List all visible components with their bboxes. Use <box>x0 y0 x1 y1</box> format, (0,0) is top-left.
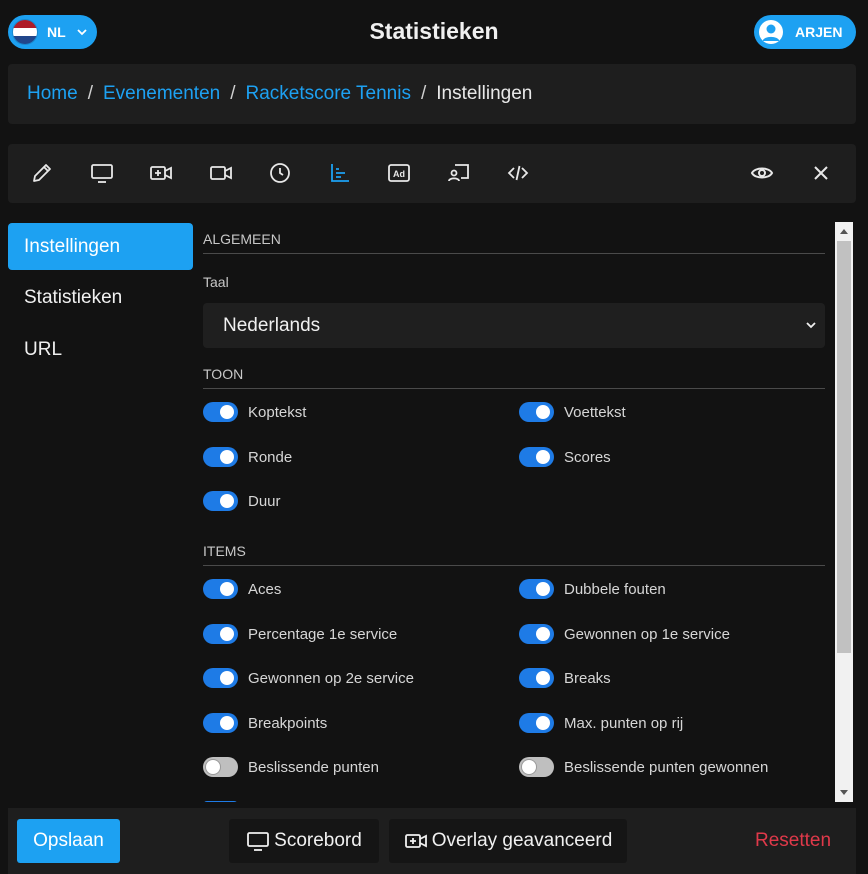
toggle-switch[interactable] <box>519 757 554 777</box>
toggle-label: Scores <box>564 448 611 466</box>
monitor-icon[interactable] <box>87 158 117 188</box>
section-heading-general: ALGEMEEN <box>203 231 825 254</box>
toggle-koptekst[interactable]: Koptekst <box>203 402 306 422</box>
scoreboard-button[interactable]: Scorebord <box>229 819 379 863</box>
chevron-down-icon <box>806 322 816 329</box>
toggle-label: Duur <box>248 492 281 510</box>
toggle-switch[interactable] <box>519 668 554 688</box>
language-select[interactable]: Nederlands <box>203 303 825 348</box>
toggle-switch[interactable] <box>203 757 238 777</box>
breadcrumb: Home / Evenementen / Racketscore Tennis … <box>8 64 856 124</box>
toggle-label: Koptekst <box>248 403 307 421</box>
toggle-label: Breaks <box>564 669 611 687</box>
breadcrumb-separator: / <box>420 83 427 104</box>
toggle-label: Max. punten op rij <box>564 714 684 732</box>
toggle-label: Ronde <box>248 448 293 466</box>
toggle-voettekst[interactable]: Voettekst <box>519 402 626 422</box>
breadcrumb-home[interactable]: Home <box>27 83 78 105</box>
language-select-value: Nederlands <box>223 314 321 336</box>
breadcrumb-separator: / <box>230 83 236 104</box>
toggle-label: Percentage 1e service <box>248 625 398 643</box>
user-avatar-icon <box>759 20 783 44</box>
bottom-action-bar: Opslaan Scorebord Overlay geavanceerd Re… <box>8 808 856 874</box>
scrollbar[interactable] <box>835 222 853 802</box>
toggle-switch[interactable] <box>203 402 238 422</box>
clock-icon[interactable] <box>265 158 295 188</box>
toggle-switch[interactable] <box>203 801 238 802</box>
save-button[interactable]: Opslaan <box>17 819 120 863</box>
toggle-max-punten-op-rij[interactable]: Max. punten op rij <box>519 713 683 733</box>
user-name: ARJEN <box>795 24 843 40</box>
video-plus-icon[interactable] <box>146 158 176 188</box>
scroll-up-arrow-icon[interactable] <box>835 222 853 240</box>
video-plus-icon <box>404 834 427 848</box>
sidebar-item-url[interactable]: URL <box>8 326 193 373</box>
toggle-gewonnen-1e-service[interactable]: Gewonnen op 1e service <box>519 624 730 644</box>
scoreboard-button-label: Scorebord <box>274 830 362 851</box>
svg-text:Ad: Ad <box>393 169 405 179</box>
toggle-duur[interactable]: Duur <box>203 491 281 511</box>
toggle-percentage-1e-service[interactable]: Percentage 1e service <box>203 624 397 644</box>
monitor-icon <box>247 832 270 851</box>
toggle-label: Dubbele fouten <box>564 580 666 598</box>
toggle-ronde[interactable]: Ronde <box>203 447 292 467</box>
cast-icon[interactable] <box>444 158 474 188</box>
toggle-dubbele-fouten[interactable]: Dubbele fouten <box>519 579 666 599</box>
toggle-partially-visible[interactable] <box>203 801 248 802</box>
scroll-down-arrow-icon[interactable] <box>835 784 853 802</box>
toggle-switch[interactable] <box>519 713 554 733</box>
overlay-advanced-button-label: Overlay geavanceerd <box>431 830 613 851</box>
section-heading-show: TOON <box>203 366 825 389</box>
breadcrumb-event[interactable]: Racketscore Tennis <box>246 83 411 105</box>
toggle-label: Beslissende punten gewonnen <box>564 758 769 776</box>
toolbar: Ad <box>8 144 856 203</box>
toggle-switch[interactable] <box>519 624 554 644</box>
toggle-label: Breakpoints <box>248 714 328 732</box>
toggle-beslissende-punten[interactable]: Beslissende punten <box>203 757 379 777</box>
language-field-label: Taal <box>203 274 229 290</box>
toggle-scores[interactable]: Scores <box>519 447 611 467</box>
toggle-switch[interactable] <box>203 624 238 644</box>
toggle-switch[interactable] <box>519 447 554 467</box>
overlay-advanced-button[interactable]: Overlay geavanceerd <box>389 819 627 863</box>
sidebar-item-statistieken[interactable]: Statistieken <box>8 274 193 321</box>
sidebar-item-instellingen[interactable]: Instellingen <box>8 223 193 270</box>
breadcrumb-events[interactable]: Evenementen <box>103 83 220 105</box>
toggle-switch[interactable] <box>203 713 238 733</box>
eye-icon[interactable] <box>747 158 777 188</box>
close-icon[interactable] <box>806 158 836 188</box>
user-menu-button[interactable]: ARJEN <box>754 15 856 49</box>
chart-icon[interactable] <box>325 158 355 188</box>
toggle-switch[interactable] <box>203 579 238 599</box>
breadcrumb-separator: / <box>87 83 93 104</box>
toggle-beslissende-punten-gewonnen[interactable]: Beslissende punten gewonnen <box>519 757 768 777</box>
toggle-gewonnen-2e-service[interactable]: Gewonnen op 2e service <box>203 668 414 688</box>
toggle-switch[interactable] <box>519 579 554 599</box>
toggle-breaks[interactable]: Breaks <box>519 668 611 688</box>
toggle-switch[interactable] <box>203 447 238 467</box>
toggle-label: Gewonnen op 1e service <box>564 625 730 643</box>
toggle-label: Aces <box>248 580 282 598</box>
page-title: Statistieken <box>369 18 499 44</box>
settings-panel: ALGEMEEN Taal Nederlands TOON Koptekst V… <box>203 222 833 802</box>
scrollbar-thumb[interactable] <box>837 241 851 653</box>
code-icon[interactable] <box>503 158 533 188</box>
pencil-icon[interactable] <box>27 158 57 188</box>
toggle-breakpoints[interactable]: Breakpoints <box>203 713 327 733</box>
ad-icon[interactable]: Ad <box>384 158 414 188</box>
section-heading-items: ITEMS <box>203 543 825 566</box>
video-icon[interactable] <box>206 158 236 188</box>
toggle-label: Voettekst <box>564 403 626 421</box>
toggle-switch[interactable] <box>203 491 238 511</box>
breadcrumb-current: Instellingen <box>436 83 533 104</box>
toggle-label: Beslissende punten <box>248 758 379 776</box>
toggle-label: Gewonnen op 2e service <box>248 669 414 687</box>
reset-button[interactable]: Resetten <box>748 819 838 863</box>
toggle-aces[interactable]: Aces <box>203 579 281 599</box>
toggle-switch[interactable] <box>519 402 554 422</box>
toggle-switch[interactable] <box>203 668 238 688</box>
